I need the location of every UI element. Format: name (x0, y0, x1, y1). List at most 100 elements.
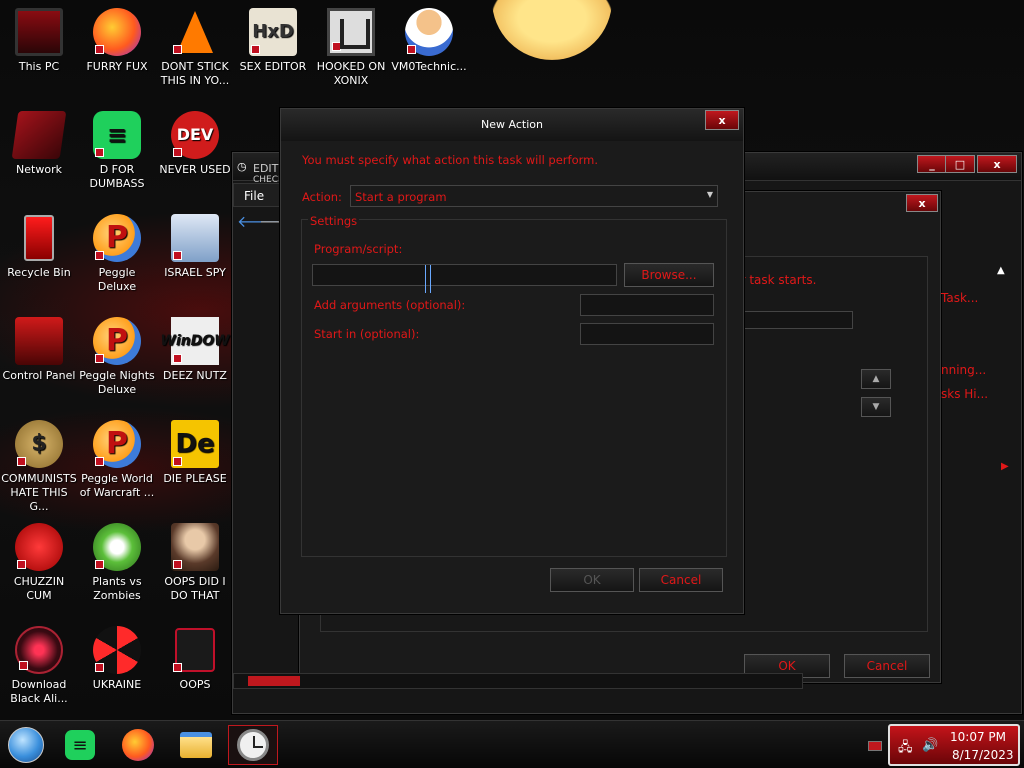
desktop-icon-hooked-on-xonix[interactable]: HOOKED ON XONIX (312, 8, 390, 88)
desktop-icon-d-for-dumbass[interactable]: ≡ D FOR DUMBASS (78, 111, 156, 191)
desktop-icon-sex-editor[interactable]: HxD SEX EDITOR (234, 8, 312, 74)
settings-label: Settings (308, 214, 360, 228)
scrollbar-thumb[interactable] (248, 676, 300, 686)
expand-right-icon[interactable]: ▶ (1001, 461, 1009, 472)
clock-time[interactable]: 10:07 PM (950, 730, 1006, 744)
desktop-icon-label: Network (16, 163, 62, 176)
volume-icon[interactable]: 🔊 (922, 738, 938, 753)
person-icon (405, 8, 453, 56)
move-up-button[interactable]: ▲ (861, 369, 891, 389)
desktop-icon-label: NEVER USED (159, 163, 231, 176)
dialog-close-button[interactable]: x (705, 110, 739, 130)
start-in-input[interactable] (580, 323, 714, 345)
desktop-icon-oops-did-i[interactable]: OOPS DID I DO THAT (156, 523, 234, 603)
desktop-icon-label: Peggle Nights Deluxe (79, 369, 155, 396)
windows-icon: WinDOW (160, 317, 230, 365)
start-in-label: Start in (optional): (314, 327, 420, 341)
collapse-up-icon[interactable]: ▲ (997, 265, 1005, 276)
desktop-icon-black-alien[interactable]: Download Black Ali... (0, 626, 78, 706)
desktop-icon-recycle-bin[interactable]: Recycle Bin (0, 214, 78, 280)
portrait-icon (171, 523, 219, 571)
start-orb-icon (8, 727, 44, 763)
move-down-button[interactable]: ▼ (861, 397, 891, 417)
control-panel-icon (15, 317, 63, 365)
system-tray: 🖧 🔊 10:07 PM 8/17/2023 (888, 724, 1020, 766)
clock-date[interactable]: 8/17/2023 (952, 748, 1014, 762)
cancel-button[interactable]: Cancel (844, 654, 930, 678)
vlc-cone-icon (171, 8, 219, 56)
radiation-icon (93, 626, 141, 674)
devcpp-icon: DEV (171, 111, 219, 159)
desktop-icon-label: DIE PLEASE (163, 472, 227, 485)
start-button[interactable] (4, 725, 48, 765)
peggle-nights-icon: P (93, 317, 141, 365)
desktop-icon-ukraine[interactable]: UKRAINE (78, 626, 156, 692)
spotify-icon: ≡ (93, 111, 141, 159)
new-action-title-bar: New Action x (281, 109, 743, 141)
create-task-close-button[interactable]: x (906, 194, 938, 212)
program-script-input[interactable] (312, 264, 617, 293)
desktop-icon-communists[interactable]: $ COMMUNISTS HATE THIS G... (0, 420, 78, 514)
network-icon (11, 111, 67, 159)
taskbar-task-scheduler[interactable] (228, 725, 278, 765)
desktop-icon-label: OOPS DID I DO THAT (164, 575, 226, 602)
desktop-icon-label: HOOKED ON XONIX (316, 60, 386, 87)
new-action-dialog: New Action x You must specify what actio… (280, 108, 744, 614)
action-label: Action: (302, 190, 342, 204)
validation-message: You must specify what action this task w… (302, 153, 598, 167)
tasks-history-link[interactable]: sks Hi... (941, 387, 988, 401)
show-hidden-icons-icon[interactable] (868, 741, 882, 751)
desktop-icon-label: DEEZ NUTZ (163, 369, 227, 382)
program-script-label: Program/script: (314, 242, 403, 256)
desktop-icon-label: CHUZZIN CUM (13, 575, 65, 602)
desktop-icon-label: UKRAINE (92, 678, 142, 691)
taskbar-file-explorer[interactable] (174, 725, 218, 765)
action-list[interactable] (733, 311, 853, 329)
spy-icon (171, 214, 219, 262)
network-status-icon[interactable]: 🖧 (898, 738, 913, 760)
desktop-icon-never-used[interactable]: DEV NEVER USED (156, 111, 234, 177)
monitor-icon (15, 8, 63, 56)
taskbar: ≡ (0, 720, 1024, 768)
add-arguments-input[interactable] (580, 294, 714, 316)
menu-file[interactable]: File (244, 189, 264, 203)
desktop-icon-peggle-nights[interactable]: P Peggle Nights Deluxe (78, 317, 156, 397)
desktop-icon-die-please[interactable]: De DIE PLEASE (156, 420, 234, 486)
desktop-icon-furry-fux[interactable]: FURRY FUX (78, 8, 156, 74)
desktop-icon-label: Recycle Bin (7, 266, 71, 279)
desktop-icon-peggle-wow[interactable]: P Peggle World of Warcraft ... (78, 420, 156, 500)
maximize-button[interactable]: □ (945, 155, 975, 173)
desktop-icon-israel-spy[interactable]: ISRAEL SPY (156, 214, 234, 280)
desktop-icon-this-pc[interactable]: This PC (0, 8, 78, 74)
action-select[interactable]: Start a program ▼ (350, 185, 718, 207)
desktop-icon-deez-nutz[interactable]: WinDOW DEEZ NUTZ (156, 317, 234, 383)
horizontal-scrollbar[interactable] (233, 673, 803, 689)
running-tasks-link[interactable]: nning... (941, 363, 986, 377)
dialog-ok-button[interactable]: OK (550, 568, 634, 592)
desktop-icon-peggle-deluxe[interactable]: P Peggle Deluxe (78, 214, 156, 294)
desktop-icon-dont-stick[interactable]: DONT STICK THIS IN YO... (156, 8, 234, 88)
desktop-icon-oops[interactable]: OOPS (156, 626, 234, 692)
dialog-cancel-button[interactable]: Cancel (639, 568, 723, 592)
desktop-icon-label: D FOR DUMBASS (89, 163, 145, 190)
text-cursor-icon (425, 265, 431, 293)
desktop-icon-label: This PC (18, 60, 60, 73)
desktop-icon-vm0technic[interactable]: VM0Technic... (390, 8, 468, 74)
desktop-icon-label: DONT STICK THIS IN YO... (160, 60, 230, 87)
create-task-link[interactable]: Task... (941, 291, 978, 305)
recycle-bin-icon (15, 214, 63, 262)
taskbar-firefox[interactable] (116, 725, 160, 765)
desktop-icon-control-panel[interactable]: Control Panel (0, 317, 78, 383)
chuzzle-icon (15, 523, 63, 571)
close-button[interactable]: x (977, 155, 1017, 173)
desktop-icon-plants-vs-zombies[interactable]: Plants vs Zombies (78, 523, 156, 603)
settings-group: Settings Program/script: Browse... Add a… (301, 214, 727, 557)
taskbar-spotify[interactable]: ≡ (58, 725, 102, 765)
money-bag-icon: $ (15, 420, 63, 468)
firefox-icon (93, 8, 141, 56)
browse-button[interactable]: Browse... (624, 263, 714, 287)
desktop-icon-network[interactable]: Network (0, 111, 78, 177)
desktop-icon-label: Download Black Ali... (10, 678, 68, 705)
minimize-button[interactable]: _ (917, 155, 947, 173)
desktop-icon-chuzzin[interactable]: CHUZZIN CUM (0, 523, 78, 603)
